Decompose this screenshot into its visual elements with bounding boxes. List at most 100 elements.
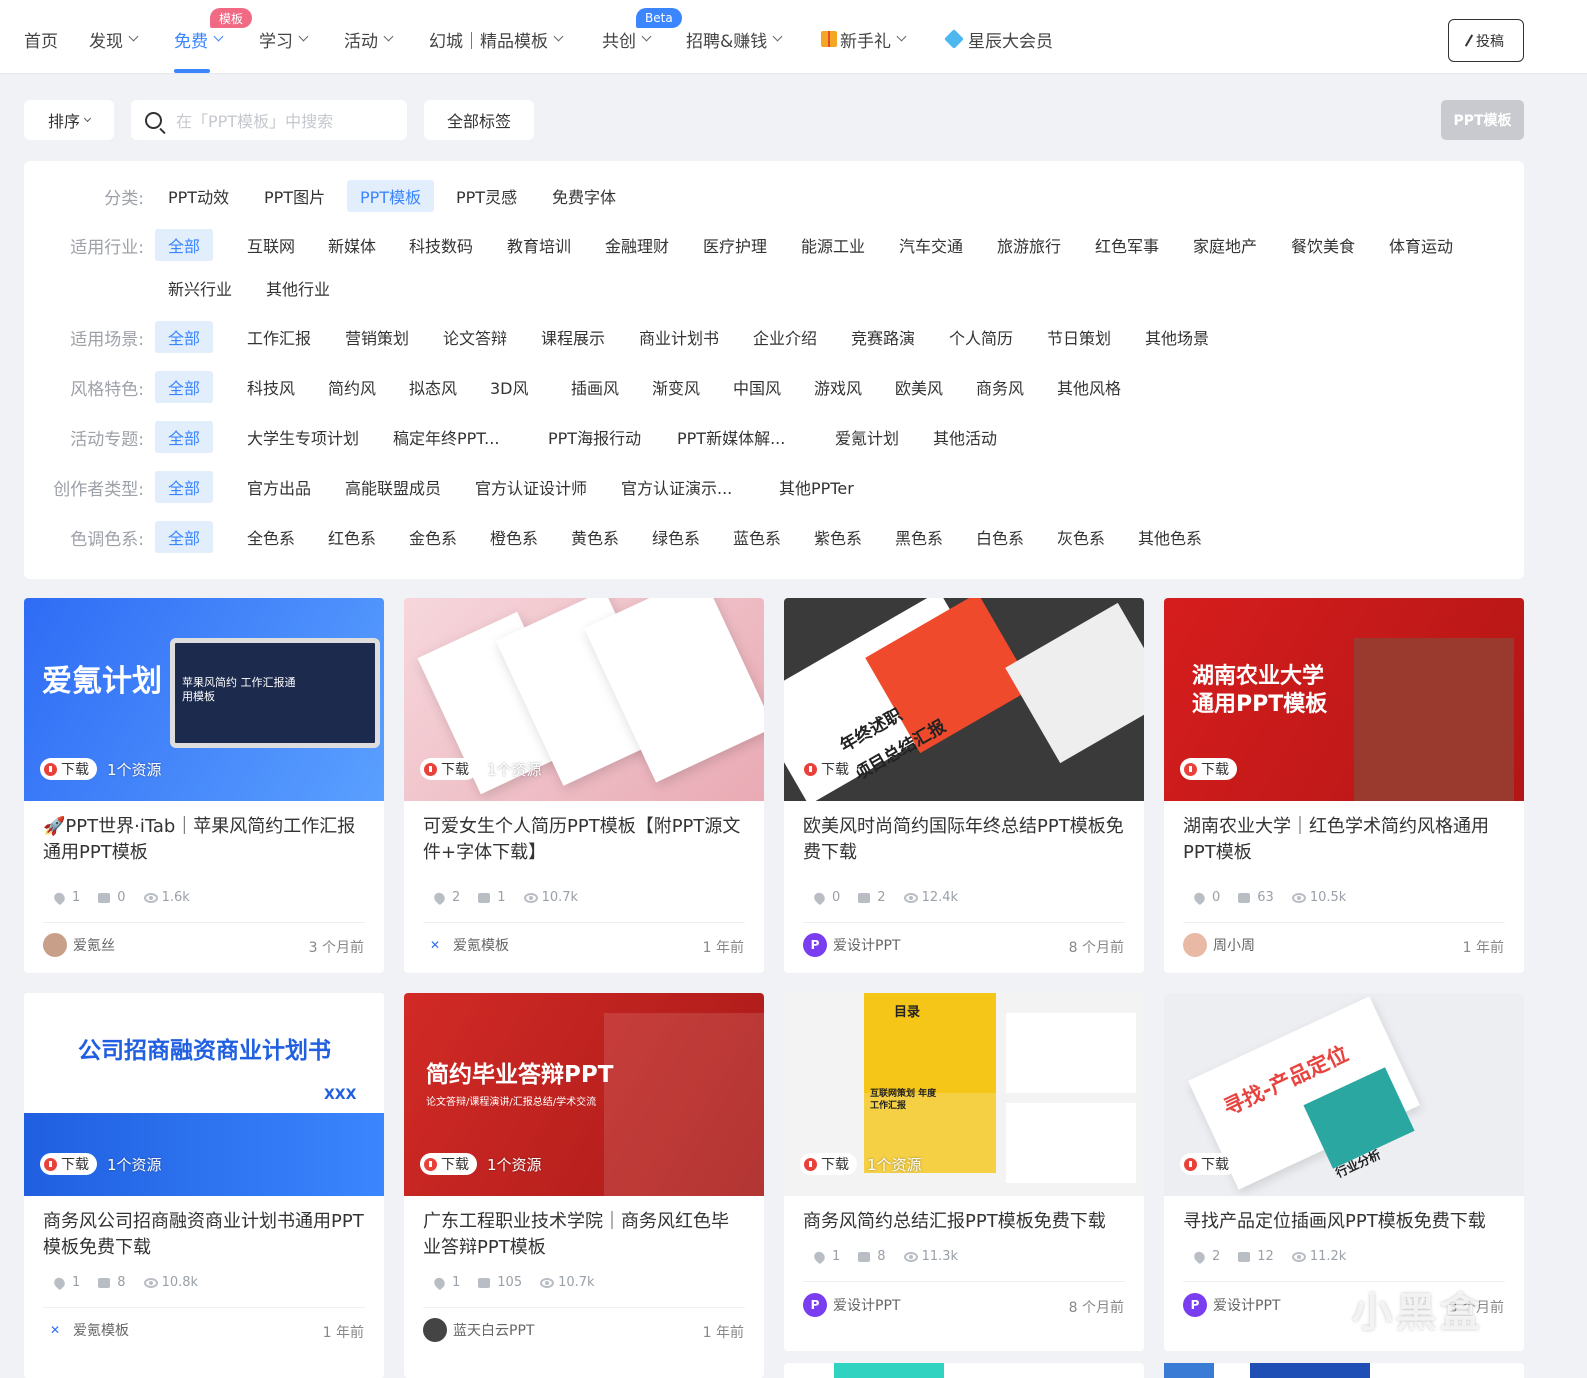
author[interactable]: 周小周	[1183, 933, 1255, 957]
filter-option[interactable]: 家庭地产	[1180, 229, 1270, 261]
card-title[interactable]: 商务风公司招商融资商业计划书通用PPT模板免费下载	[43, 1209, 365, 1261]
filter-option[interactable]: 免费字体	[539, 180, 629, 212]
template-card[interactable]: 简约毕业答辩PPT 论文答辩/课程演讲/汇报总结/学术交流 下载 1个资源 广东工…	[404, 993, 764, 1378]
nav-huancheng[interactable]: 幻城｜精品模板	[429, 26, 564, 52]
template-card[interactable]: 公司招商融资商业计划书 XXX 下载 1个资源 商务风公司招商融资商业计划书通用P…	[24, 993, 384, 1378]
author[interactable]: ✕ 爱氪模板	[43, 1318, 129, 1342]
filter-option[interactable]: 游戏风	[801, 371, 875, 403]
nav-cocreate[interactable]: 共创	[602, 26, 652, 52]
filter-option[interactable]: 其他活动	[920, 421, 1010, 453]
sort-dropdown[interactable]: 排序	[24, 100, 114, 140]
download-tag[interactable]: 下载 1个资源	[420, 1153, 542, 1175]
card-title[interactable]: 可爱女生个人简历PPT模板【附PPT源文件+字体下载】	[423, 814, 745, 866]
author[interactable]: 爱氪丝	[43, 933, 115, 957]
filter-option[interactable]: 插画风	[558, 371, 632, 403]
filter-option[interactable]: 互联网	[234, 229, 308, 261]
filter-option[interactable]: 简约风	[315, 371, 389, 403]
filter-option[interactable]: 蓝色系	[720, 521, 794, 553]
filter-option[interactable]: 黄色系	[558, 521, 632, 553]
filter-option[interactable]: 商业计划书	[626, 321, 732, 353]
filter-option[interactable]: 其他行业	[253, 272, 343, 304]
filter-option[interactable]: 大学生专项计划	[234, 421, 372, 453]
filter-option[interactable]: 旅游旅行	[984, 229, 1074, 261]
filter-option[interactable]: 中国风	[720, 371, 794, 403]
filter-option[interactable]: 课程展示	[528, 321, 618, 353]
nav-jobs[interactable]: 招聘&赚钱	[686, 26, 783, 52]
filter-option[interactable]: 高能联盟成员	[332, 471, 454, 503]
filter-option[interactable]: 红色系	[315, 521, 389, 553]
filter-option[interactable]: 绿色系	[639, 521, 713, 553]
filter-option-selected[interactable]: 全部	[155, 471, 214, 503]
filter-option-selected[interactable]: PPT模板	[347, 180, 435, 212]
filter-option[interactable]: 渐变风	[639, 371, 713, 403]
download-tag[interactable]: 下载 1个资源	[40, 1153, 162, 1175]
nav-free[interactable]: 免费	[174, 26, 224, 52]
filter-option[interactable]: 金融理财	[592, 229, 682, 261]
nav-vip[interactable]: 星辰大会员	[944, 26, 1053, 52]
filter-option[interactable]: 灰色系	[1044, 521, 1118, 553]
filter-option[interactable]: 黑色系	[882, 521, 956, 553]
nav-home[interactable]: 首页	[24, 26, 58, 52]
filter-option[interactable]: 官方认证演示...	[608, 471, 745, 503]
download-tag[interactable]: 下载 1个资源	[800, 1153, 922, 1175]
filter-option[interactable]: PPT新媒体解...	[664, 421, 798, 453]
submit-button[interactable]: 投稿	[1448, 19, 1524, 62]
template-card[interactable]: 年终述职 项目总结汇报 下载 欧美风时尚简约国际年终总结PPT模板免费下载 0 …	[784, 598, 1144, 973]
all-tags-button[interactable]: 全部标签	[424, 100, 534, 140]
filter-option[interactable]: 其他场景	[1132, 321, 1222, 353]
filter-option[interactable]: 企业介绍	[740, 321, 830, 353]
download-tag[interactable]: 下载 1个资源	[420, 758, 542, 780]
author[interactable]: P 爱设计PPT	[803, 1293, 900, 1317]
filter-option-selected[interactable]: 全部	[155, 521, 214, 553]
template-card[interactable]: 下载 1个资源 可爱女生个人简历PPT模板【附PPT源文件+字体下载】 2 1 1…	[404, 598, 764, 973]
filter-option[interactable]: 营销策划	[332, 321, 422, 353]
download-tag[interactable]: 下载	[800, 758, 857, 780]
filter-option[interactable]: 医疗护理	[690, 229, 780, 261]
filter-option[interactable]: 白色系	[963, 521, 1037, 553]
filter-option[interactable]: 科技风	[234, 371, 308, 403]
card-title[interactable]: 湖南农业大学｜红色学术简约风格通用PPT模板	[1183, 814, 1505, 866]
card-title[interactable]: 商务风简约总结汇报PPT模板免费下载	[803, 1209, 1125, 1235]
filter-option[interactable]: PPT灵感	[443, 180, 530, 212]
author[interactable]: 蓝天白云PPT	[423, 1318, 534, 1342]
filter-option[interactable]: 科技数码	[396, 229, 486, 261]
filter-option[interactable]: PPT动效	[155, 180, 242, 212]
download-tag[interactable]: 下载 1个资源	[40, 758, 162, 780]
filter-option[interactable]: 欧美风	[882, 371, 956, 403]
filter-option[interactable]: 餐饮美食	[1278, 229, 1368, 261]
filter-option[interactable]: 论文答辩	[430, 321, 520, 353]
download-tag[interactable]: 下载	[1180, 1153, 1237, 1175]
filter-option[interactable]: 官方出品	[234, 471, 324, 503]
author[interactable]: ✕ 爱氪模板	[423, 933, 509, 957]
filter-option[interactable]: PPT图片	[251, 180, 338, 212]
filter-option[interactable]: 新媒体	[315, 229, 389, 261]
filter-option[interactable]: 金色系	[396, 521, 470, 553]
filter-option[interactable]: 教育培训	[494, 229, 584, 261]
card-title[interactable]: 寻找产品定位插画风PPT模板免费下载	[1183, 1209, 1505, 1235]
filter-option[interactable]: 全色系	[234, 521, 308, 553]
filter-option[interactable]: 爱氪计划	[822, 421, 912, 453]
filter-option[interactable]: 个人简历	[936, 321, 1026, 353]
filter-option[interactable]: 3D风	[477, 371, 542, 403]
nav-newbie-gift[interactable]: 新手礼	[821, 26, 907, 52]
filter-option[interactable]: 竞赛路演	[838, 321, 928, 353]
filter-option[interactable]: 红色军事	[1082, 229, 1172, 261]
filter-option[interactable]: 橙色系	[477, 521, 551, 553]
nav-discover[interactable]: 发现	[89, 26, 139, 52]
filter-option[interactable]: 商务风	[963, 371, 1037, 403]
nav-learn[interactable]: 学习	[259, 26, 309, 52]
search-input[interactable]: 在「PPT模板」中搜索	[131, 100, 407, 140]
template-card-partial[interactable]	[1164, 1363, 1524, 1378]
filter-option[interactable]: 工作汇报	[234, 321, 324, 353]
template-card[interactable]: 目录 互联网策划 年度工作汇报 下载 1个资源 商务风简约总结汇报PPT模板免费下…	[784, 993, 1144, 1351]
card-title[interactable]: 广东工程职业技术学院｜商务风红色毕业答辩PPT模板	[423, 1209, 745, 1261]
filter-option-selected[interactable]: 全部	[155, 321, 214, 353]
nav-activity[interactable]: 活动	[344, 26, 394, 52]
filter-option[interactable]: 能源工业	[788, 229, 878, 261]
filter-option[interactable]: 官方认证设计师	[462, 471, 600, 503]
filter-option[interactable]: 稿定年终PPT...	[380, 421, 512, 453]
filter-option[interactable]: 节日策划	[1034, 321, 1124, 353]
template-card[interactable]: 爱氪计划 苹果风简约 工作汇报通用模板 下载 1个资源 🚀PPT世界·iTab｜苹…	[24, 598, 384, 973]
filter-option[interactable]: 拟态风	[396, 371, 470, 403]
filter-option[interactable]: 其他风格	[1044, 371, 1134, 403]
